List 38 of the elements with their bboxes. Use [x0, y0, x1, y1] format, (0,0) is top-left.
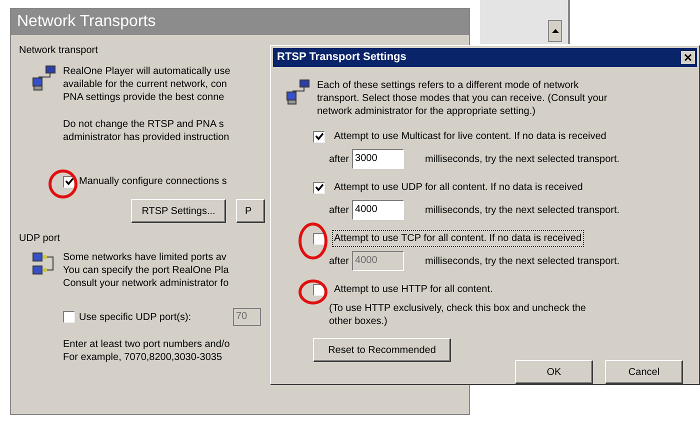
text-line: (To use HTTP exclusively, check this box and uncheck the — [329, 302, 587, 315]
button[interactable]: P — [236, 199, 265, 223]
text-line: Do not change the RTSP and PNA s — [63, 118, 225, 131]
text-line: RealOne Player will automatically use — [63, 65, 230, 78]
text-line: For example, 7070,8200,3030-3035 — [63, 351, 224, 364]
text-line: Enter at least two port numbers and/o — [63, 338, 231, 351]
text-line: Some networks have limited ports av — [63, 251, 228, 264]
text-line: available for the current network, con — [63, 78, 228, 91]
button[interactable]: Cancel — [605, 360, 683, 384]
text-line: Consult your network administrator fo — [63, 277, 229, 290]
text-line: PNA settings provide the best conne — [63, 91, 226, 104]
field-label: after — [329, 152, 350, 166]
field-label: after — [329, 254, 350, 268]
panel-title: Network Transports — [11, 9, 469, 35]
checkbox-label: Attempt to use Multicast for live content. If no data is received — [333, 130, 608, 144]
button[interactable]: RTSP Settings... — [131, 199, 226, 223]
button[interactable]: Reset to Recommended — [313, 338, 451, 362]
field-suffix: milliseconds, try the next selected transport. — [425, 152, 620, 166]
group-label: UDP port — [19, 233, 61, 245]
timeout-field[interactable]: 3000 — [352, 149, 404, 169]
field-label: after — [329, 204, 350, 218]
text-line: transport. Select those modes that you can receive. (Consult your — [317, 92, 608, 105]
checkbox-label: Attempt to use UDP for all content. If no data is received — [333, 181, 584, 195]
checkbox-label: Use specific UDP port(s): — [79, 310, 192, 324]
field-suffix: milliseconds, try the next selected transport. — [425, 204, 620, 218]
text-line: network administrator for the appropriate setting.) — [317, 105, 536, 118]
text-line: You can specify the port RealOne Pla — [63, 264, 229, 277]
field-suffix: milliseconds, try the next selected transport. — [425, 254, 620, 268]
text-line: other boxes.) — [329, 315, 388, 328]
checkbox-label: Attempt to use HTTP for all content. — [333, 283, 494, 297]
timeout-field[interactable]: 4000 — [352, 200, 404, 220]
button[interactable]: OK — [515, 360, 593, 384]
text-line: Each of these settings refers to a different mode of network — [317, 79, 580, 92]
dialog-title: RTSP Transport Settings — [277, 50, 406, 66]
checkbox-label: Attempt to use TCP for all content. If no data is received — [332, 230, 584, 247]
group-label: Network transport — [19, 45, 99, 57]
text-line: administrator has provided instruction — [63, 131, 230, 144]
checkbox-label: Manually configure connections s — [79, 175, 227, 189]
